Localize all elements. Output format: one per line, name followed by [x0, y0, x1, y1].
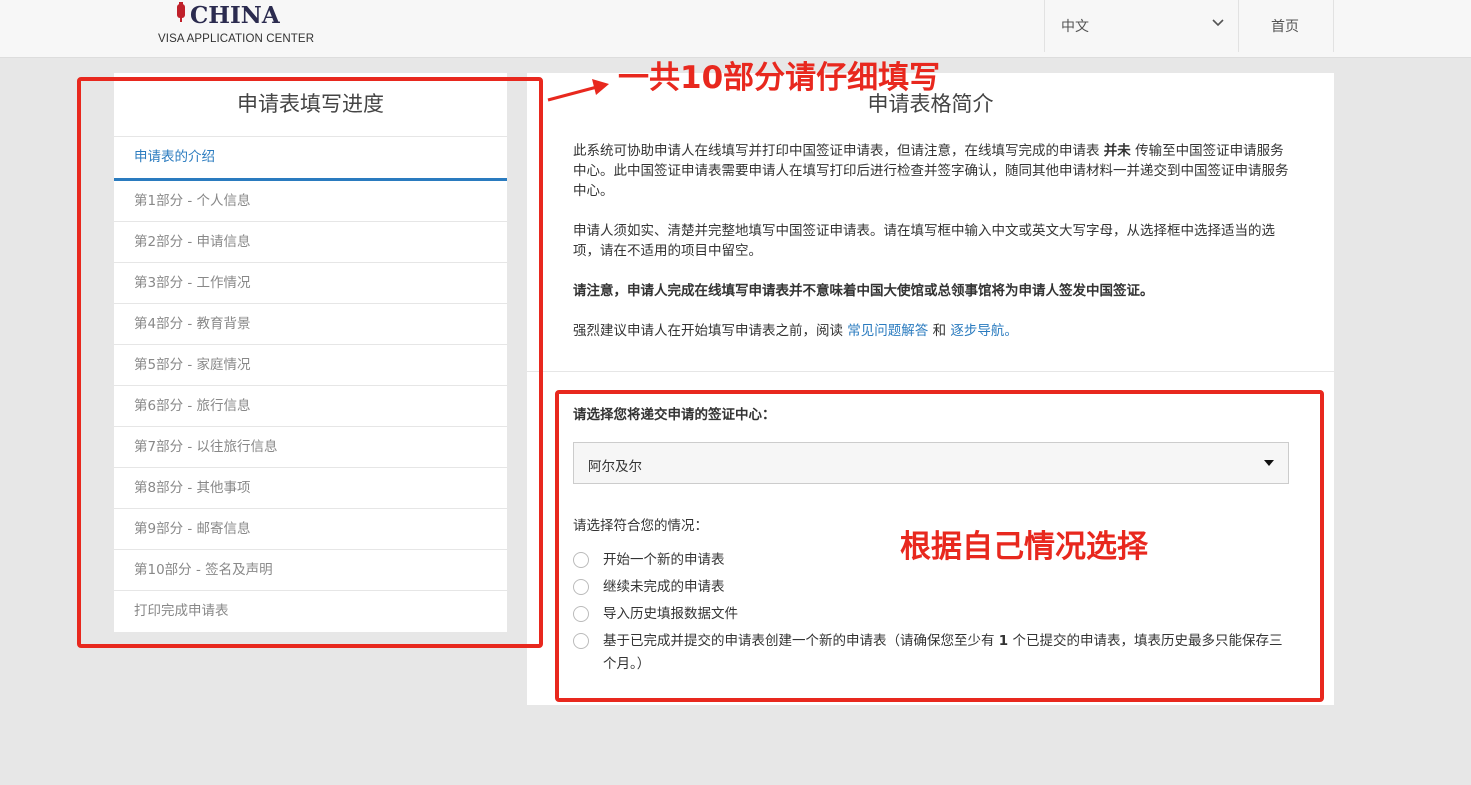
intro-paragraph-4: 强烈建议申请人在开始填写申请表之前，阅读 常见问题解答 和 逐步导航。: [573, 321, 1293, 341]
intro-paragraph-1: 此系统可协助申请人在线填写并打印中国签证申请表，但请注意，在线填写完成的申请表 …: [573, 141, 1293, 201]
intro-p4-and: 和: [932, 323, 947, 339]
faq-link[interactable]: 常见问题解答: [847, 323, 928, 339]
intro-paragraph-3: 请注意，申请人完成在线填写申请表并不意味着中国大使馆或总领事馆将为申请人签发中国…: [573, 283, 1154, 299]
intro-p4-text: 强烈建议申请人在开始填写申请表之前，阅读: [573, 323, 843, 339]
language-label: 中文: [1061, 19, 1089, 35]
lantern-icon: [177, 2, 185, 22]
intro-text: 此系统可协助申请人在线填写并打印中国签证申请表，但请注意，在线填写完成的申请表 …: [573, 141, 1293, 361]
annotation-note-right: 根据自己情况选择: [900, 529, 1148, 565]
annotation-box-progress: [77, 77, 543, 648]
home-label: 首页: [1271, 19, 1299, 35]
logo[interactable]: CHINA VISA APPLICATION CENTER: [158, 0, 314, 50]
divider: [527, 371, 1334, 372]
logo-title: CHINA: [190, 2, 280, 29]
intro-paragraph-2: 申请人须如实、清楚并完整地填写中国签证申请表。请在填写框中输入中文或英文大写字母…: [573, 223, 1275, 259]
arrow-icon: [547, 79, 609, 102]
intro-p1-emphasis: 并未: [1103, 143, 1131, 159]
language-dropdown[interactable]: 中文: [1044, 0, 1239, 52]
step-guide-link[interactable]: 逐步导航。: [950, 323, 1018, 339]
annotation-note-top: 一共10部分请仔细填写: [618, 60, 941, 96]
logo-subtitle: VISA APPLICATION CENTER: [158, 33, 315, 45]
intro-p1-text: 此系统可协助申请人在线填写并打印中国签证申请表，但请注意，在线填写完成的申请表: [573, 143, 1100, 159]
home-link[interactable]: 首页: [1239, 0, 1334, 52]
site-header: CHINA VISA APPLICATION CENTER 中文 首页: [0, 0, 1471, 58]
chevron-down-icon: [1212, 19, 1224, 27]
